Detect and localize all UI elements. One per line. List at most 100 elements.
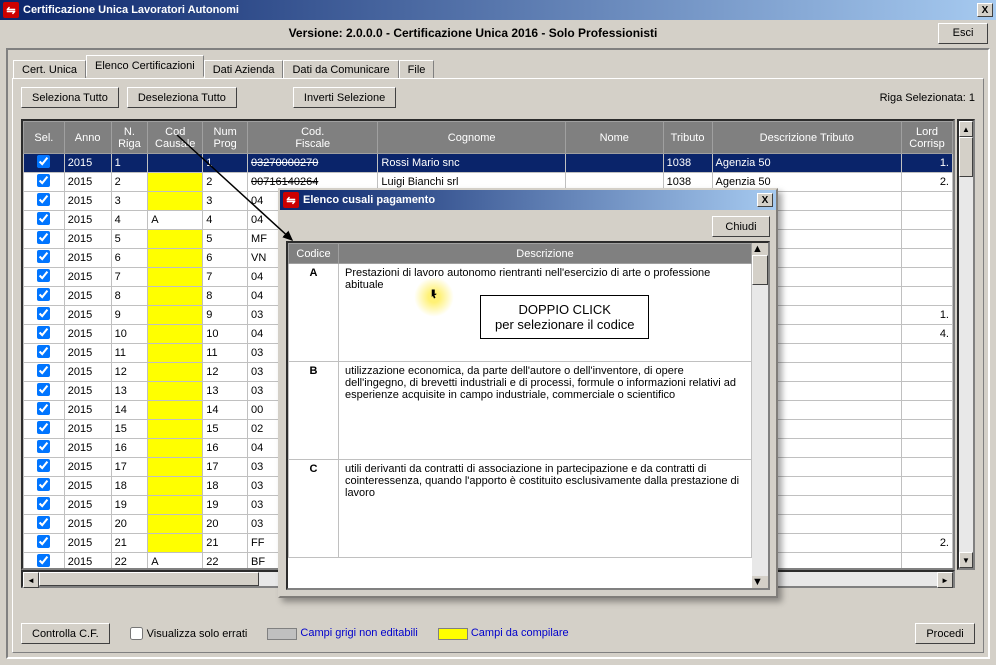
cell-causale[interactable]	[148, 477, 203, 496]
col-numProg[interactable]: NumProg	[203, 122, 248, 154]
cell-causale[interactable]: A	[148, 211, 203, 230]
popup-col-codice: Codice	[289, 244, 339, 264]
cell-lordo	[901, 553, 952, 571]
cell-causale[interactable]	[148, 401, 203, 420]
row-select-checkbox[interactable]	[37, 440, 50, 453]
visualizza-errati-input[interactable]	[130, 627, 143, 640]
cell-causale[interactable]	[148, 192, 203, 211]
row-select-checkbox[interactable]	[37, 516, 50, 529]
row-select-checkbox[interactable]	[37, 364, 50, 377]
causale-row[interactable]: Cutili derivanti da contratti di associa…	[289, 460, 752, 558]
popup-chiudi-button[interactable]: Chiudi	[712, 216, 770, 237]
cell-causale[interactable]	[148, 173, 203, 192]
row-select-checkbox[interactable]	[37, 193, 50, 206]
row-select-checkbox[interactable]	[37, 478, 50, 491]
controlla-cf-button[interactable]: Controlla C.F.	[21, 623, 110, 644]
cell-causale[interactable]	[148, 325, 203, 344]
row-select-checkbox[interactable]	[37, 212, 50, 225]
row-select-checkbox[interactable]	[37, 155, 50, 168]
visualizza-errati-checkbox[interactable]: Visualizza solo errati	[130, 627, 248, 640]
row-select-checkbox[interactable]	[37, 421, 50, 434]
scroll-left-icon[interactable]: ◄	[23, 572, 39, 588]
col-codCausale[interactable]: CodCausale	[148, 122, 203, 154]
deseleziona-tutto-button[interactable]: Deseleziona Tutto	[127, 87, 237, 108]
cell-causale[interactable]	[148, 287, 203, 306]
cell-causale[interactable]	[148, 382, 203, 401]
row-select-checkbox[interactable]	[37, 250, 50, 263]
cell-causale[interactable]	[148, 439, 203, 458]
tab-cert-unica[interactable]: Cert. Unica	[13, 60, 86, 79]
grid-vscrollbar[interactable]: ▲ ▼	[957, 119, 975, 570]
cell-numprog: 9	[203, 306, 248, 325]
cell-causale[interactable]	[148, 534, 203, 553]
cell-causale[interactable]	[148, 230, 203, 249]
row-select-checkbox[interactable]	[37, 307, 50, 320]
popup-close-button[interactable]: X	[757, 193, 773, 207]
popup-vscrollbar[interactable]: ▲ ▼	[752, 243, 768, 588]
cell-causale[interactable]	[148, 306, 203, 325]
causali-table[interactable]: Codice Descrizione APrestazioni di lavor…	[286, 241, 770, 590]
cell-causale[interactable]	[148, 420, 203, 439]
row-select-checkbox[interactable]	[37, 326, 50, 339]
scroll-down-icon[interactable]: ▼	[959, 552, 973, 568]
cell-causale[interactable]	[148, 249, 203, 268]
version-bar: Versione: 2.0.0.0 - Certificazione Unica…	[0, 20, 996, 46]
inverti-selezione-button[interactable]: Inverti Selezione	[293, 87, 396, 108]
scroll-right-icon[interactable]: ►	[937, 572, 953, 588]
cell-causale[interactable]	[148, 363, 203, 382]
cell-causale[interactable]	[148, 496, 203, 515]
col-nome[interactable]: Nome	[565, 122, 663, 154]
col-tributo[interactable]: Tributo	[663, 122, 712, 154]
row-select-checkbox[interactable]	[37, 459, 50, 472]
popup-scroll-up-icon[interactable]: ▲	[752, 243, 768, 255]
causale-row[interactable]: Butilizzazione economica, da parte dell'…	[289, 362, 752, 460]
cell-nriga: 2	[111, 173, 148, 192]
col-codFiscale[interactable]: Cod.Fiscale	[248, 122, 378, 154]
esci-button[interactable]: Esci	[938, 23, 988, 44]
col-lordo[interactable]: LordCorrisp	[901, 122, 952, 154]
cell-causale[interactable]	[148, 515, 203, 534]
col-cognome[interactable]: Cognome	[378, 122, 565, 154]
row-select-checkbox[interactable]	[37, 554, 50, 567]
col-sel[interactable]: Sel.	[24, 122, 65, 154]
cell-anno: 2015	[64, 230, 111, 249]
row-select-checkbox[interactable]	[37, 535, 50, 548]
row-select-checkbox[interactable]	[37, 231, 50, 244]
row-select-checkbox[interactable]	[37, 402, 50, 415]
legend-yellow: Campi da compilare	[438, 627, 569, 639]
procedi-button[interactable]: Procedi	[915, 623, 975, 644]
doubleclick-hint: DOPPIO CLICK per selezionare il codice	[480, 295, 649, 339]
cell-cognome: Rossi Mario snc	[378, 154, 565, 173]
row-select-checkbox[interactable]	[37, 269, 50, 282]
scroll-up-icon[interactable]: ▲	[959, 121, 973, 137]
cell-causale[interactable]: A	[148, 553, 203, 571]
seleziona-tutto-button[interactable]: Seleziona Tutto	[21, 87, 119, 108]
window-close-button[interactable]: X	[977, 3, 993, 17]
tab-file[interactable]: File	[399, 60, 435, 79]
cell-codfiscale: 03270000270	[248, 154, 378, 173]
cell-numprog: 13	[203, 382, 248, 401]
cell-causale[interactable]	[148, 268, 203, 287]
cell-nriga: 9	[111, 306, 148, 325]
row-select-checkbox[interactable]	[37, 345, 50, 358]
row-select-checkbox[interactable]	[37, 174, 50, 187]
cell-nriga: 15	[111, 420, 148, 439]
cell-causale[interactable]	[148, 154, 203, 173]
cell-causale[interactable]	[148, 344, 203, 363]
tab-elenco-certificazioni[interactable]: Elenco Certificazioni	[86, 55, 204, 77]
row-select-checkbox[interactable]	[37, 497, 50, 510]
tab-dati-da-comunicare[interactable]: Dati da Comunicare	[283, 60, 398, 79]
tab-dati-azienda[interactable]: Dati Azienda	[204, 60, 284, 79]
cell-nriga: 19	[111, 496, 148, 515]
popup-scroll-down-icon[interactable]: ▼	[752, 576, 768, 588]
table-row[interactable]: 20151103270000270Rossi Mario snc1038Agen…	[24, 154, 953, 173]
row-select-checkbox[interactable]	[37, 288, 50, 301]
cell-nriga: 3	[111, 192, 148, 211]
row-select-checkbox[interactable]	[37, 383, 50, 396]
cell-causale[interactable]	[148, 458, 203, 477]
cell-nriga: 22	[111, 553, 148, 571]
col-anno[interactable]: Anno	[64, 122, 111, 154]
footer-bar: Controlla C.F. Visualizza solo errati Ca…	[21, 623, 975, 644]
col-nRiga[interactable]: N.Riga	[111, 122, 148, 154]
col-descTributo[interactable]: Descrizione Tributo	[712, 122, 901, 154]
